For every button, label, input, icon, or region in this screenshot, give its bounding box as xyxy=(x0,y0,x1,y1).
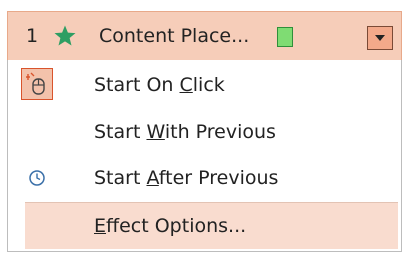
mouse-click-icon xyxy=(21,68,53,100)
timing-bar-swatch xyxy=(277,27,293,47)
dropdown-button[interactable] xyxy=(367,26,393,50)
menu-item-label: Start After Previous xyxy=(94,167,279,189)
menu-item-start-after-previous[interactable]: Start After Previous xyxy=(8,155,401,201)
entrance-effect-star-icon xyxy=(54,25,76,46)
menu-item-label: Start With Previous xyxy=(94,121,276,143)
menu-item-label: Start On Click xyxy=(94,74,225,96)
animation-context-menu: Start On Click Start With Previous Start… xyxy=(7,60,402,252)
menu-item-start-on-click[interactable]: Start On Click xyxy=(8,62,401,108)
animation-item-header[interactable]: 1 Content Place... xyxy=(7,11,402,61)
chevron-down-icon xyxy=(375,35,385,41)
menu-item-start-with-previous[interactable]: Start With Previous xyxy=(8,109,401,155)
animation-order-number: 1 xyxy=(26,25,39,47)
animation-target-name: Content Place... xyxy=(99,25,250,47)
animation-pane-item: 1 Content Place... Start On Click Start … xyxy=(0,0,410,257)
menu-item-effect-options[interactable]: Effect Options... xyxy=(25,202,398,249)
clock-icon xyxy=(29,170,45,186)
menu-item-label: Effect Options... xyxy=(94,215,247,237)
